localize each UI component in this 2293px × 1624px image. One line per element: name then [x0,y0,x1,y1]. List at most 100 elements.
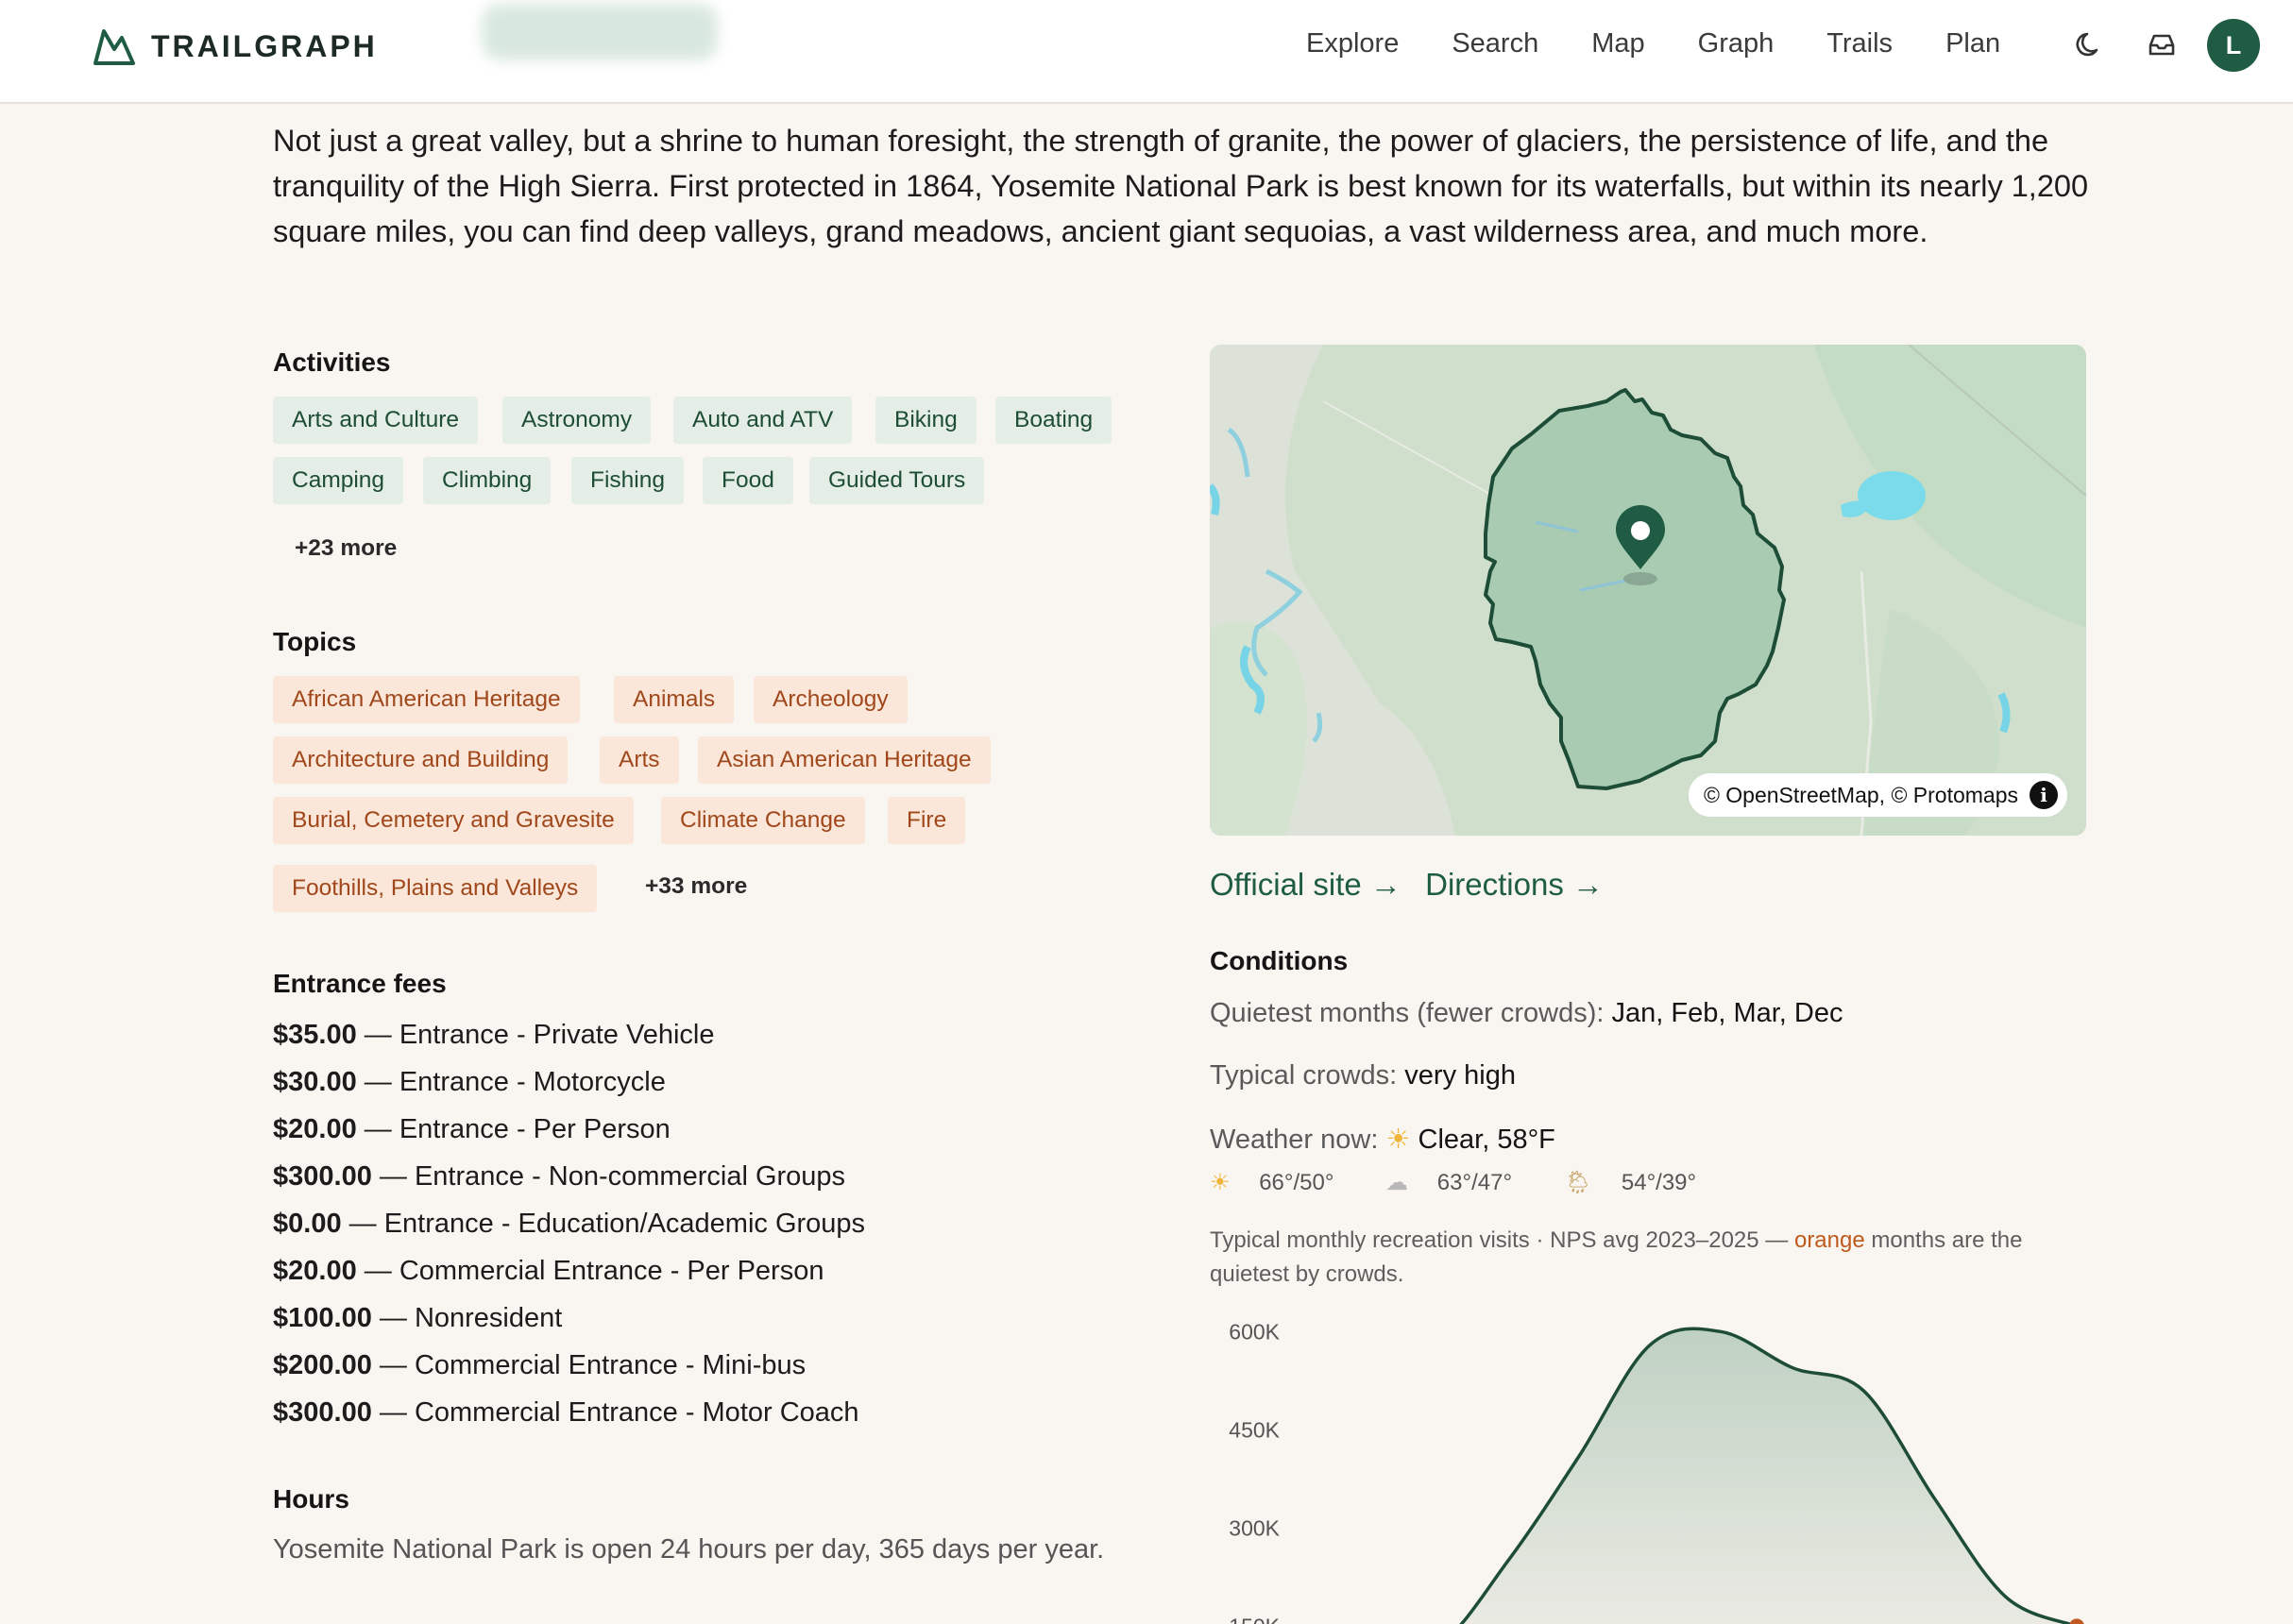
cloud-icon: ☁ [1385,1170,1409,1195]
fee-label: — Entrance - Private Vehicle [356,1020,715,1050]
fee-label: — Commercial Entrance - Per Person [356,1256,824,1286]
fee-label: — Entrance - Per Person [356,1114,671,1144]
topic-chip[interactable]: Arts [600,736,679,784]
forecast-day: 🌦 54°/39° [1564,1170,1719,1195]
fee-label: — Entrance - Education/Academic Groups [341,1209,866,1239]
weather-value: Clear, 58°F [1418,1125,1555,1155]
hours-text: Yosemite National Park is open 24 hours … [273,1534,1105,1565]
attribution-text: © OpenStreetMap, © Protomaps [1703,782,2018,807]
fee-row: $200.00 — Commercial Entrance - Mini-bus [273,1350,806,1381]
activity-chip[interactable]: Astronomy [502,397,652,444]
quietest-months: Quietest months (fewer crowds): Jan, Feb… [1210,998,1843,1029]
park-map[interactable]: © OpenStreetMap, © Protomaps i [1210,345,2086,836]
topic-chip[interactable]: African American Heritage [273,676,580,723]
caption-highlight: orange [1793,1227,1865,1253]
park-links: Official site → Directions → [1210,867,1619,903]
activity-chip[interactable]: Boating [995,397,1113,444]
quiet-month-point[interactable] [2069,1618,2084,1624]
topic-chip[interactable]: Archeology [754,676,908,723]
fee-row: $20.00 — Entrance - Per Person [273,1114,671,1145]
fee-price: $300.00 [273,1397,372,1428]
info-icon[interactable]: i [2030,781,2058,809]
typical-crowds: Typical crowds: very high [1210,1060,1516,1091]
brand-name: TRAILGRAPH [151,28,378,63]
quietest-value: Jan, Feb, Mar, Dec [1611,998,1843,1028]
topic-chip[interactable]: Foothills, Plains and Valleys [273,865,598,912]
fee-price: $30.00 [273,1067,357,1097]
moon-icon[interactable] [2074,28,2106,60]
nav-plan[interactable]: Plan [1945,28,2000,59]
fee-label: — Commercial Entrance - Motor Coach [371,1397,859,1428]
forecast-temps: 54°/39° [1621,1170,1697,1195]
fee-price: $0.00 [273,1209,342,1239]
fee-price: $35.00 [273,1020,357,1050]
nav-graph[interactable]: Graph [1698,28,1775,59]
fee-price: $300.00 [273,1161,372,1192]
fee-row: $300.00 — Entrance - Non-commercial Grou… [273,1161,845,1193]
fee-price: $20.00 [273,1114,357,1144]
fee-row: $30.00 — Entrance - Motorcycle [273,1067,666,1098]
weather-label: Weather now: [1210,1125,1386,1155]
activities-more-button[interactable]: +23 more [295,535,397,562]
topic-chip[interactable]: Animals [614,676,735,723]
main-nav: Explore Search Map Graph Trails Plan [1306,28,2053,59]
quietest-label: Quietest months (fewer crowds): [1210,998,1612,1028]
chart-caption: Typical monthly recreation visits · NPS … [1210,1224,2088,1292]
activities-heading: Activities [273,347,391,377]
official-site-link[interactable]: Official site → [1210,867,1401,902]
forecast-row: ☀ 66°/50° ☁ 63°/47° 🌦 54°/39° [1210,1169,1741,1196]
nav-map[interactable]: Map [1591,28,1644,59]
crowds-value: very high [1404,1060,1516,1091]
caption-text: Typical monthly recreation visits · NPS … [1210,1227,1794,1253]
y-tick-label: 300K [1229,1515,1280,1540]
forecast-temps: 66°/50° [1259,1170,1334,1195]
topic-chip[interactable]: Climate Change [661,797,865,844]
sun-icon: ☀ [1385,1125,1411,1155]
activity-chip[interactable]: Climbing [423,457,552,504]
crowds-label: Typical crowds: [1210,1060,1405,1091]
visits-area [1461,1328,2070,1624]
activity-chip[interactable]: Fishing [571,457,684,504]
map-attribution: © OpenStreetMap, © Protomaps i [1688,773,2067,817]
inbox-icon[interactable] [2146,28,2178,60]
fee-row: $300.00 — Commercial Entrance - Motor Co… [273,1397,859,1429]
directions-link[interactable]: Directions → [1425,867,1604,902]
weather-now: Weather now: ☀ Clear, 58°F [1210,1123,1555,1156]
fee-row: $35.00 — Entrance - Private Vehicle [273,1020,715,1051]
fee-label: — Entrance - Motorcycle [356,1067,666,1097]
rain-icon: 🌦 [1563,1170,1593,1195]
activity-chip[interactable]: Camping [273,457,404,504]
forecast-temps: 63°/47° [1436,1170,1513,1195]
visits-chart: 150K 300K 450K 600K [1229,1319,2084,1624]
activity-chip[interactable]: Auto and ATV [673,397,853,444]
sun-icon: ☀ [1210,1170,1231,1195]
forecast-day: ☁ 63°/47° [1385,1170,1535,1195]
topic-chip[interactable]: Asian American Heritage [698,736,991,784]
topic-chip[interactable]: Burial, Cemetery and Gravesite [273,797,634,844]
activity-chip[interactable]: Biking [875,397,977,444]
fee-price: $200.00 [273,1350,372,1380]
activity-chip[interactable]: Guided Tours [809,457,985,504]
blurred-overlay [482,4,718,60]
fees-heading: Entrance fees [273,969,447,998]
brand[interactable]: TRAILGRAPH [93,23,378,70]
forecast-day: ☀ 66°/50° [1210,1170,1356,1195]
park-description: Not just a great valley, but a shrine to… [273,124,2089,248]
nav-search[interactable]: Search [1452,28,1538,59]
topic-chip[interactable]: Fire [888,797,966,844]
topics-more-button[interactable]: +33 more [645,873,747,900]
topic-chip[interactable]: Architecture and Building [273,736,569,784]
fee-label: — Nonresident [371,1303,563,1333]
y-tick-label: 150K [1229,1614,1280,1624]
fee-price: $20.00 [273,1256,357,1286]
activity-chip[interactable]: Food [703,457,793,504]
map-canvas[interactable] [1210,345,2086,836]
activity-chip[interactable]: Arts and Culture [273,397,479,444]
fee-row: $0.00 — Entrance - Education/Academic Gr… [273,1209,865,1240]
y-tick-label: 450K [1229,1417,1280,1442]
nav-trails[interactable]: Trails [1826,28,1893,59]
nav-explore[interactable]: Explore [1306,28,1399,59]
avatar[interactable]: L [2207,19,2260,72]
fee-price: $100.00 [273,1303,372,1333]
topics-heading: Topics [273,627,357,656]
